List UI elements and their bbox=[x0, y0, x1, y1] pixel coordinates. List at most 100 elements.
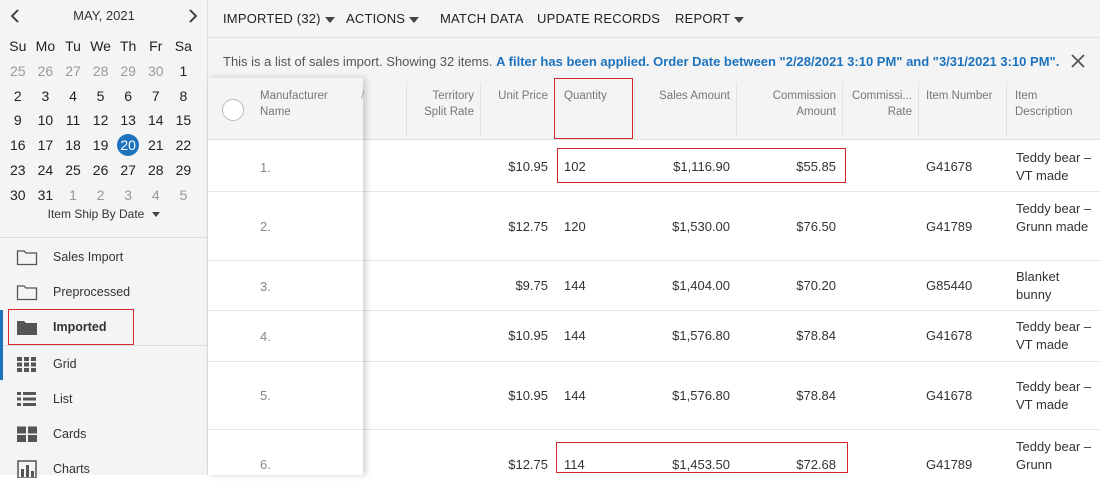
sales-amount-cell: $1,404.00 bbox=[672, 278, 730, 293]
calendar-day[interactable]: 1 bbox=[170, 59, 198, 84]
calendar-day[interactable]: 5 bbox=[87, 84, 115, 109]
caret-down-icon bbox=[152, 212, 161, 218]
col-item-description[interactable]: Item Description bbox=[1015, 88, 1075, 120]
calendar-day[interactable]: 17 bbox=[32, 133, 60, 158]
calendar-day[interactable]: 24 bbox=[32, 158, 60, 183]
col-manufacturer-name[interactable]: Manufacturer Name bbox=[260, 88, 360, 120]
calendar-day[interactable]: 3 bbox=[32, 84, 60, 109]
caret-down-icon bbox=[409, 16, 420, 23]
calendar-day[interactable]: 15 bbox=[170, 108, 198, 133]
divider bbox=[0, 345, 208, 346]
calendar-day[interactable]: 9 bbox=[4, 108, 32, 133]
quantity-cell: 114 bbox=[564, 457, 585, 472]
calendar-day[interactable]: 25 bbox=[59, 158, 87, 183]
column-divider bbox=[842, 82, 843, 136]
calendar-day[interactable]: 28 bbox=[142, 158, 170, 183]
view-list[interactable]: List bbox=[0, 382, 208, 416]
calendar-day[interactable]: 11 bbox=[59, 108, 87, 133]
info-bar: This is a list of sales import. Showing … bbox=[208, 38, 1100, 78]
calendar-month-title[interactable]: MAY, 2021 bbox=[0, 8, 208, 23]
table-row[interactable]: 4. $10.95 144 $1,576.80 $78.84 G41678 Te… bbox=[208, 311, 1100, 362]
quantity-cell: 144 bbox=[564, 388, 586, 403]
col-territory-split-rate[interactable]: Territory Split Rate bbox=[418, 88, 474, 120]
calendar-day[interactable]: 2 bbox=[4, 84, 32, 109]
calendar-day[interactable]: 27 bbox=[114, 158, 142, 183]
table-row[interactable]: 6. $12.75 114 $1,453.50 $72.68 G41789 Te… bbox=[208, 430, 1100, 475]
calendar-day[interactable]: 5 bbox=[170, 183, 198, 208]
calendar-day[interactable]: 13 bbox=[114, 108, 142, 133]
view-label: Cards bbox=[53, 427, 87, 441]
calendar-day[interactable]: 8 bbox=[170, 84, 198, 109]
calendar-day[interactable]: 6 bbox=[114, 84, 142, 109]
folder-outline-icon bbox=[16, 283, 38, 301]
col-quantity[interactable]: Quantity bbox=[564, 88, 607, 104]
quantity-cell: 144 bbox=[564, 278, 586, 293]
table-row[interactable]: 3. $9.75 144 $1,404.00 $70.20 G85440 Bla… bbox=[208, 261, 1100, 311]
report-dropdown[interactable]: REPORT bbox=[675, 11, 745, 26]
calendar-day[interactable]: 1 bbox=[59, 183, 87, 208]
select-all-checkbox[interactable] bbox=[222, 99, 244, 121]
calendar-day[interactable]: 3 bbox=[114, 183, 142, 208]
folder-preprocessed[interactable]: Preprocessed bbox=[0, 275, 208, 309]
col-unit-price[interactable]: Unit Price bbox=[488, 88, 548, 104]
table-row[interactable]: 1. $10.95 102 $1,116.90 $55.85 G41678 Te… bbox=[208, 141, 1100, 192]
item-description-cell: Teddy bear – VT made bbox=[1016, 379, 1092, 412]
date-field-dropdown[interactable]: Item Ship By Date bbox=[0, 207, 208, 221]
calendar-day[interactable]: 30 bbox=[4, 183, 32, 208]
col-commission-rate[interactable]: Commissi... Rate bbox=[848, 88, 912, 120]
chevron-right-icon[interactable] bbox=[182, 6, 202, 26]
view-charts[interactable]: Charts bbox=[0, 452, 208, 486]
imported-dropdown[interactable]: IMPORTED (32) bbox=[223, 11, 335, 26]
calendar-day[interactable]: 14 bbox=[142, 108, 170, 133]
close-icon[interactable] bbox=[1070, 53, 1086, 69]
calendar-day[interactable]: 26 bbox=[87, 158, 115, 183]
folder-sales-import[interactable]: Sales Import bbox=[0, 240, 208, 274]
calendar-day[interactable]: 21 bbox=[142, 133, 170, 158]
weekday-label: Tu bbox=[65, 38, 81, 54]
col-sales-amount[interactable]: Sales Amount bbox=[638, 88, 730, 104]
sales-amount-cell: $1,576.80 bbox=[672, 328, 730, 343]
item-number-cell: G41789 bbox=[926, 219, 973, 234]
calendar-day[interactable]: 4 bbox=[142, 183, 170, 208]
calendar-day[interactable]: 29 bbox=[170, 158, 198, 183]
update-records-button[interactable]: UPDATE RECORDS bbox=[537, 11, 660, 26]
view-cards[interactable]: Cards bbox=[0, 417, 208, 451]
calendar-day[interactable]: 28 bbox=[87, 59, 115, 84]
item-number-cell: G85440 bbox=[926, 278, 973, 293]
sales-amount-cell: $1,530.00 bbox=[672, 219, 730, 234]
filter-link[interactable]: A filter has been applied. Order Date be… bbox=[496, 54, 1059, 69]
cards-icon bbox=[16, 425, 38, 443]
match-data-button[interactable]: MATCH DATA bbox=[440, 11, 524, 26]
calendar-day[interactable]: 16 bbox=[4, 133, 32, 158]
calendar-day[interactable]: 22 bbox=[170, 133, 198, 158]
view-grid[interactable]: Grid bbox=[0, 347, 208, 381]
calendar-day[interactable]: 12 bbox=[87, 108, 115, 133]
calendar-day[interactable]: 10 bbox=[32, 108, 60, 133]
calendar-day[interactable]: 25 bbox=[4, 59, 32, 84]
folder-label: Preprocessed bbox=[53, 285, 131, 299]
table-row[interactable]: 5. $10.95 144 $1,576.80 $78.84 G41678 Te… bbox=[208, 362, 1100, 430]
report-label: REPORT bbox=[675, 11, 731, 26]
calendar-day[interactable]: 31 bbox=[32, 183, 60, 208]
view-label: List bbox=[53, 392, 73, 406]
item-description-cell: Teddy bear – VT made bbox=[1016, 150, 1092, 183]
calendar-day[interactable]: 19 bbox=[87, 133, 115, 158]
col-item-number[interactable]: Item Number bbox=[926, 88, 1000, 104]
calendar-day[interactable]: 27 bbox=[59, 59, 87, 84]
quantity-cell: 144 bbox=[564, 328, 586, 343]
actions-dropdown[interactable]: ACTIONS bbox=[346, 11, 420, 26]
table-row[interactable]: 2. $12.75 120 $1,530.00 $76.50 G41789 Te… bbox=[208, 192, 1100, 261]
calendar-day[interactable]: 18 bbox=[59, 133, 87, 158]
col-commission-amount[interactable]: Commission Amount bbox=[748, 88, 836, 120]
calendar-day[interactable]: 4 bbox=[59, 84, 87, 109]
calendar-day[interactable]: 30 bbox=[142, 59, 170, 84]
toolbar: IMPORTED (32) ACTIONS MATCH DATA UPDATE … bbox=[208, 0, 1100, 38]
sales-amount-cell: $1,116.90 bbox=[673, 159, 730, 174]
calendar-day-selected[interactable]: 20 bbox=[114, 133, 142, 158]
calendar-day[interactable]: 29 bbox=[114, 59, 142, 84]
calendar-day[interactable]: 26 bbox=[32, 59, 60, 84]
calendar-day[interactable]: 7 bbox=[142, 84, 170, 109]
calendar-day[interactable]: 2 bbox=[87, 183, 115, 208]
calendar-day[interactable]: 23 bbox=[4, 158, 32, 183]
folder-imported[interactable]: Imported bbox=[0, 310, 208, 344]
